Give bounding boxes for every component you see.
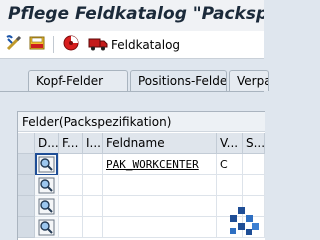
display-change-icon — [5, 34, 23, 56]
tab-label: Kopf-Felder — [36, 74, 104, 88]
i-cell[interactable] — [83, 217, 103, 238]
detail-button[interactable] — [38, 198, 55, 215]
window-title-bar: Pflege Feldkatalog "Packspezifikation" — [0, 0, 264, 32]
detail-button[interactable] — [38, 219, 55, 236]
feldname-cell[interactable] — [103, 217, 217, 238]
i-cell[interactable] — [83, 154, 103, 175]
other-object-button[interactable] — [62, 35, 80, 54]
tab-verpackung[interactable]: Verpackung — [229, 70, 269, 91]
tab-label: Verpackung — [237, 74, 269, 88]
row-selector-header[interactable] — [18, 133, 35, 154]
row-selector[interactable] — [18, 175, 35, 196]
f-cell[interactable] — [59, 217, 83, 238]
window-title: Pflege Feldkatalog "Packspezifikation" — [8, 4, 264, 24]
detail-icon — [38, 219, 55, 240]
column-header-v[interactable]: V... — [217, 133, 243, 154]
tab-kopf-felder[interactable]: Kopf-Felder — [28, 70, 128, 91]
tab-label: Positions-Felder — [138, 74, 227, 88]
v-cell[interactable] — [217, 175, 243, 196]
feldkatalog-button[interactable]: Feldkatalog — [88, 35, 180, 54]
f-cell[interactable] — [59, 196, 83, 217]
v-cell[interactable]: C — [217, 154, 243, 175]
column-header-feldname[interactable]: Feldname — [103, 133, 217, 154]
feldkatalog-label: Feldkatalog — [111, 37, 181, 52]
column-header-i[interactable]: I... — [83, 133, 103, 154]
table-row — [18, 175, 265, 196]
feldname-value: PAK_WORKCENTER — [106, 158, 199, 171]
tabstrip-baseline — [0, 91, 264, 92]
table-row: PAK_WORKCENTER C — [18, 153, 265, 176]
detail-button[interactable] — [35, 153, 58, 176]
other-object-icon — [62, 34, 80, 56]
feldname-cell[interactable] — [103, 196, 217, 217]
panel-title: Felder(Packspezifikation) — [18, 112, 265, 132]
row-selector[interactable] — [18, 154, 35, 175]
i-cell[interactable] — [83, 175, 103, 196]
column-header-f[interactable]: F... — [59, 133, 83, 154]
f-cell[interactable] — [59, 154, 83, 175]
activity-logo-icon — [226, 206, 260, 236]
tabstrip: Kopf-Felder Positions-Felder Verpackung — [0, 64, 269, 92]
feldname-cell[interactable] — [103, 175, 217, 196]
row-selector[interactable] — [18, 196, 35, 217]
feldname-cell[interactable]: PAK_WORKCENTER — [103, 154, 217, 175]
s-cell[interactable] — [243, 175, 265, 196]
detail-button[interactable] — [38, 177, 55, 194]
tab-positions-felder[interactable]: Positions-Felder — [130, 70, 227, 91]
s-cell[interactable] — [243, 154, 265, 175]
application-toolbar: Feldkatalog — [0, 31, 264, 59]
truck-icon — [88, 34, 108, 56]
column-header-d[interactable]: D... — [35, 133, 59, 154]
row-selector[interactable] — [18, 217, 35, 238]
save-local-icon — [28, 34, 46, 56]
content-area: Kopf-Felder Positions-Felder Verpackung … — [0, 59, 269, 240]
display-change-button[interactable] — [5, 34, 23, 56]
f-cell[interactable] — [59, 175, 83, 196]
i-cell[interactable] — [83, 196, 103, 217]
save-local-button[interactable] — [28, 35, 46, 54]
toolbar-separator — [53, 36, 54, 53]
column-header-s[interactable]: S... — [243, 133, 265, 154]
